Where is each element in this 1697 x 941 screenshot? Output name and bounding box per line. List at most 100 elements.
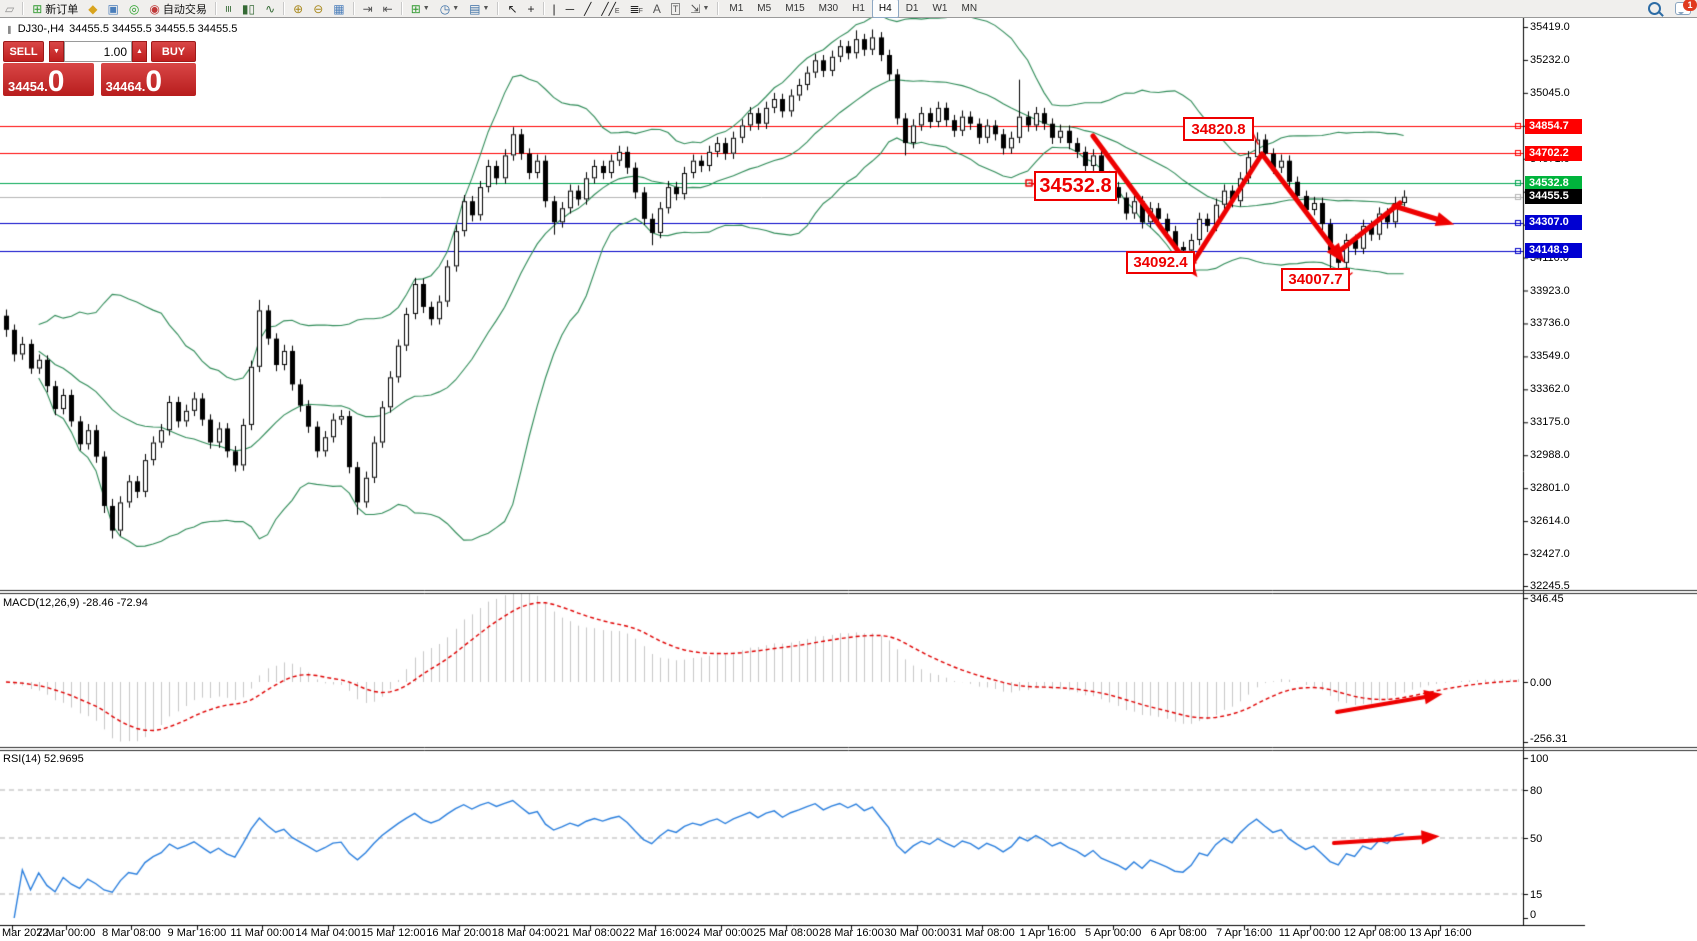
- label-tool[interactable]: T: [667, 0, 685, 17]
- time-axis-label: 30 Mar 00:00: [884, 927, 949, 939]
- text-glyph: A: [653, 3, 661, 15]
- price-axis-tick: 33362.0: [1530, 383, 1570, 395]
- data-window-icon[interactable]: ▣: [104, 0, 123, 17]
- rsi-scale-tick: 15: [1530, 889, 1542, 901]
- fibonacci-tool[interactable]: ≣F: [626, 0, 647, 17]
- timeframe-button-MN[interactable]: MN: [954, 0, 984, 18]
- template-glyph: ▤: [469, 3, 480, 15]
- time-axis-label: 11 Apr 00:00: [1279, 927, 1341, 939]
- zoom-in-icon-glyph: ⊕: [293, 3, 303, 15]
- cursor-tool[interactable]: ↖: [503, 0, 521, 17]
- current-price-label: 34455.5: [1525, 189, 1582, 204]
- price-axis-tick: 33923.0: [1530, 285, 1570, 297]
- timeframe-button-M5[interactable]: M5: [750, 0, 778, 18]
- price-annotation-label[interactable]: 34007.7: [1281, 268, 1350, 291]
- bar-chart-icon[interactable]: ≡: [221, 0, 236, 17]
- search-icon[interactable]: [1648, 2, 1661, 15]
- new-order-button-label: 新订单: [45, 1, 78, 17]
- chart-shift-icon[interactable]: ⇤: [379, 0, 397, 17]
- horizontal-line-tool[interactable]: ─: [562, 0, 579, 17]
- time-axis-label: 15 Mar 12:00: [361, 927, 426, 939]
- crosshair-glyph: +: [528, 3, 535, 15]
- time-axis-label: 18 Mar 04:00: [492, 927, 557, 939]
- timeframe-button-H4[interactable]: H4: [872, 0, 899, 18]
- trendline-tool[interactable]: ╱: [580, 0, 595, 17]
- sell-price[interactable]: 34454.0: [3, 63, 94, 96]
- price-line-label: 34854.7: [1525, 119, 1582, 134]
- add-indicator-button[interactable]: ⊞▼: [407, 0, 434, 17]
- rsi-scale-tick: 100: [1530, 753, 1548, 765]
- price-axis-tick: 32427.0: [1530, 548, 1570, 560]
- template-button[interactable]: ▤▼: [465, 0, 493, 17]
- auto-scroll-icon[interactable]: ⇥: [359, 0, 377, 17]
- sell-button[interactable]: SELL: [3, 41, 44, 62]
- time-axis-label: 25 Mar 08:00: [754, 927, 819, 939]
- notifications-icon[interactable]: 1: [1675, 2, 1691, 15]
- zoom-in-icon[interactable]: ⊕: [289, 0, 307, 17]
- market-watch-icon[interactable]: ◆: [84, 0, 101, 17]
- price-axis-tick: 35419.0: [1530, 21, 1570, 33]
- autotrade-button[interactable]: ◉自动交易: [145, 0, 210, 17]
- main-toolbar: ▱⊞新订单◆▣◎◉自动交易≡▮▯∿⊕⊖▦⇥⇤⊞▼◷▼▤▼↖+|─╱╱╱E≣FAT…: [0, 0, 1697, 18]
- text-tool[interactable]: A: [649, 0, 665, 17]
- time-axis-label: 13 Apr 16:00: [1409, 927, 1471, 939]
- horizontal-line-glyph: ─: [566, 3, 575, 15]
- buy-button[interactable]: BUY: [151, 41, 196, 62]
- rsi-scale-tick: 0: [1530, 909, 1536, 921]
- line-chart-icon[interactable]: ∿: [261, 0, 279, 17]
- timeframe-button-M15[interactable]: M15: [778, 0, 811, 18]
- signals-icon-glyph: ◎: [129, 3, 139, 15]
- time-axis-label: 12 Apr 08:00: [1344, 927, 1406, 939]
- timeframe-button-W1[interactable]: W1: [925, 0, 954, 18]
- cursor-glyph: ↖: [507, 3, 517, 15]
- new-order-button[interactable]: ⊞新订单: [28, 0, 82, 17]
- window-icon[interactable]: ▱: [1, 0, 18, 17]
- timeframe-button-H1[interactable]: H1: [845, 0, 872, 18]
- candlestick-chart-icon[interactable]: ▮▯: [238, 0, 259, 17]
- tile-windows-icon[interactable]: ▦: [329, 0, 348, 17]
- price-axis-tick: 32245.5: [1530, 580, 1570, 592]
- time-axis-label: 16 Mar 20:00: [426, 927, 491, 939]
- timeframe-button-M30[interactable]: M30: [812, 0, 845, 18]
- price-annotation-label[interactable]: 34820.8: [1183, 117, 1254, 141]
- time-axis-label: 5 Apr 00:00: [1085, 927, 1141, 939]
- crosshair-tool[interactable]: +: [524, 0, 539, 17]
- channel-tool[interactable]: ╱╱E: [597, 0, 623, 17]
- price-line-label: 34702.2: [1525, 146, 1582, 161]
- time-axis-label: 8 Mar 08:00: [102, 927, 161, 939]
- toolbar-separator: [215, 2, 217, 15]
- period-glyph: ◷: [440, 3, 450, 15]
- toolbar-separator: [543, 2, 545, 15]
- volume-down-button[interactable]: ▼: [49, 41, 64, 62]
- dropdown-arrow-icon: ▼: [483, 5, 490, 12]
- data-window-icon-glyph: ▣: [108, 3, 119, 15]
- volume-input[interactable]: 1.00: [64, 41, 132, 62]
- timeframe-button-M1[interactable]: M1: [722, 0, 750, 18]
- zoom-out-icon[interactable]: ⊖: [309, 0, 327, 17]
- price-axis-tick: 33736.0: [1530, 317, 1570, 329]
- price-axis-tick: 35232.0: [1530, 54, 1570, 66]
- price-annotation-label[interactable]: 34092.4: [1126, 251, 1195, 274]
- candlestick-mini-icon: ❚: [6, 25, 13, 34]
- new-order-glyph: ⊞: [32, 3, 42, 15]
- price-axis-tick: 35045.0: [1530, 87, 1570, 99]
- price-axis-tick: 32988.0: [1530, 449, 1570, 461]
- chart-canvas[interactable]: [0, 0, 1697, 941]
- macd-scale-tick: -256.31: [1530, 733, 1567, 745]
- symbol-name: DJ30-,H4: [18, 23, 64, 35]
- volume-up-button[interactable]: ▲: [132, 41, 147, 62]
- period-button[interactable]: ◷▼: [436, 0, 463, 17]
- arrows-tool[interactable]: ⇲▼: [686, 0, 713, 17]
- buy-price[interactable]: 34464.0: [101, 63, 196, 96]
- rsi-scale-tick: 80: [1530, 785, 1542, 797]
- time-axis-label: 24 Mar 00:00: [688, 927, 753, 939]
- candlestick-chart-icon-glyph: ▮▯: [242, 3, 255, 15]
- macd-scale-tick: 346.45: [1530, 593, 1564, 605]
- price-axis-tick: 33175.0: [1530, 416, 1570, 428]
- vertical-line-tool[interactable]: |: [549, 0, 560, 17]
- chart-shift-icon-glyph: ⇤: [383, 3, 393, 15]
- price-annotation-label[interactable]: 34532.8: [1034, 171, 1117, 201]
- vertical-line-glyph: |: [553, 3, 556, 15]
- timeframe-button-D1[interactable]: D1: [899, 0, 926, 18]
- signals-icon[interactable]: ◎: [125, 0, 143, 17]
